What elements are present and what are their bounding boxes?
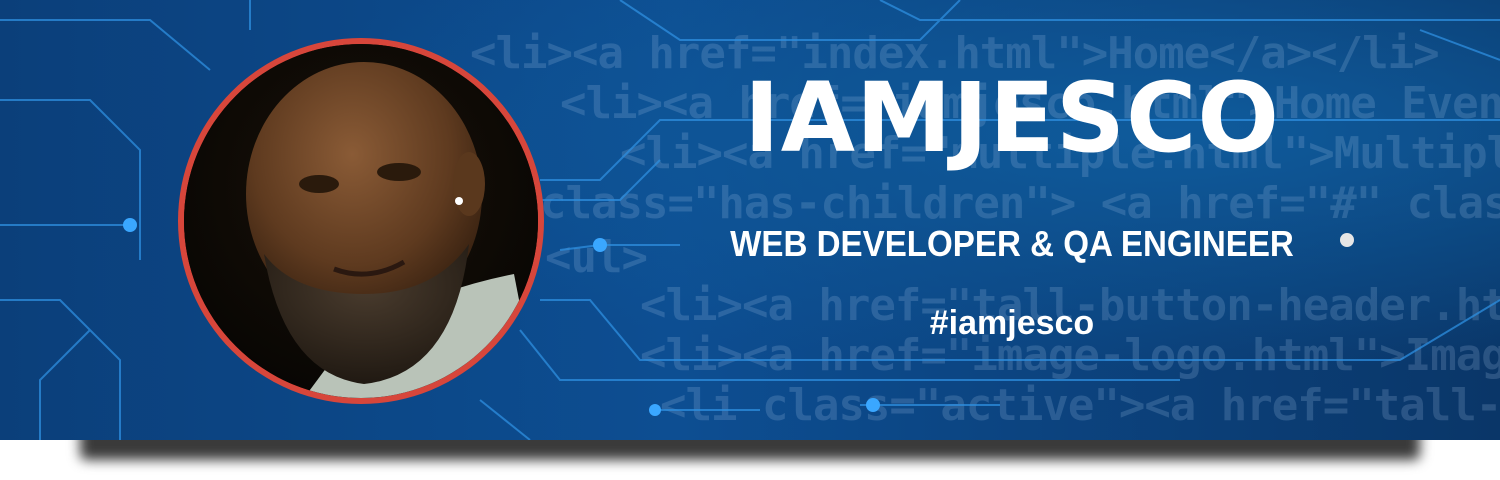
profile-photo-icon bbox=[184, 44, 538, 398]
circuit-node bbox=[866, 398, 880, 412]
circuit-node bbox=[123, 218, 137, 232]
banner-tagline: WEB DEVELOPER & QA ENGINEER bbox=[730, 223, 1294, 264]
circuit-node bbox=[649, 404, 661, 416]
profile-banner: <li><a href="index.html">Home</a></li> <… bbox=[0, 0, 1500, 440]
circuit-node-white bbox=[1340, 233, 1354, 247]
circuit-node bbox=[593, 238, 607, 252]
banner-hashtag: #iamjesco bbox=[929, 304, 1095, 342]
banner-title: IAMJESCO bbox=[743, 62, 1281, 174]
avatar bbox=[184, 44, 538, 398]
